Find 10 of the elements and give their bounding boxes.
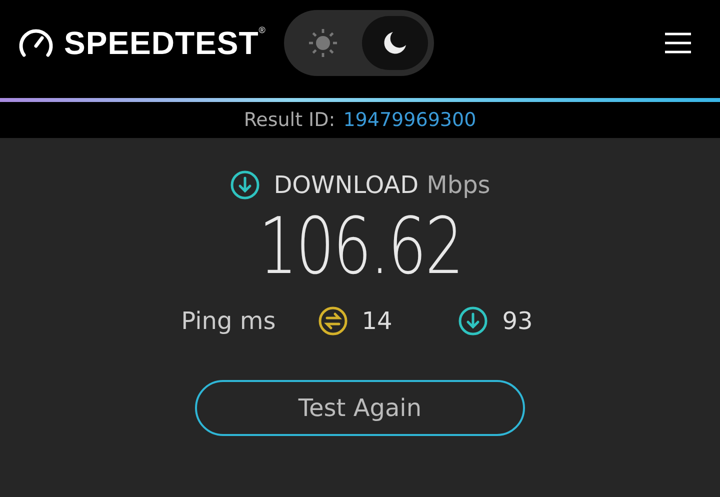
ping-value: 93 [502,307,533,335]
test-again-button[interactable]: Test Again [195,380,525,436]
download-speed: 106.62 [258,202,462,292]
download-label: DOWNLOAD [274,171,419,199]
result-label: Result ID: [244,109,336,131]
ping-label: Ping ms [181,307,276,335]
logo-text: SPEEDTEST$^{®}$ [64,24,266,62]
unit-label: Mbps [426,171,490,199]
result-id-link[interactable]: 19479969300 [343,109,476,131]
ping-value: 14 [362,307,392,335]
